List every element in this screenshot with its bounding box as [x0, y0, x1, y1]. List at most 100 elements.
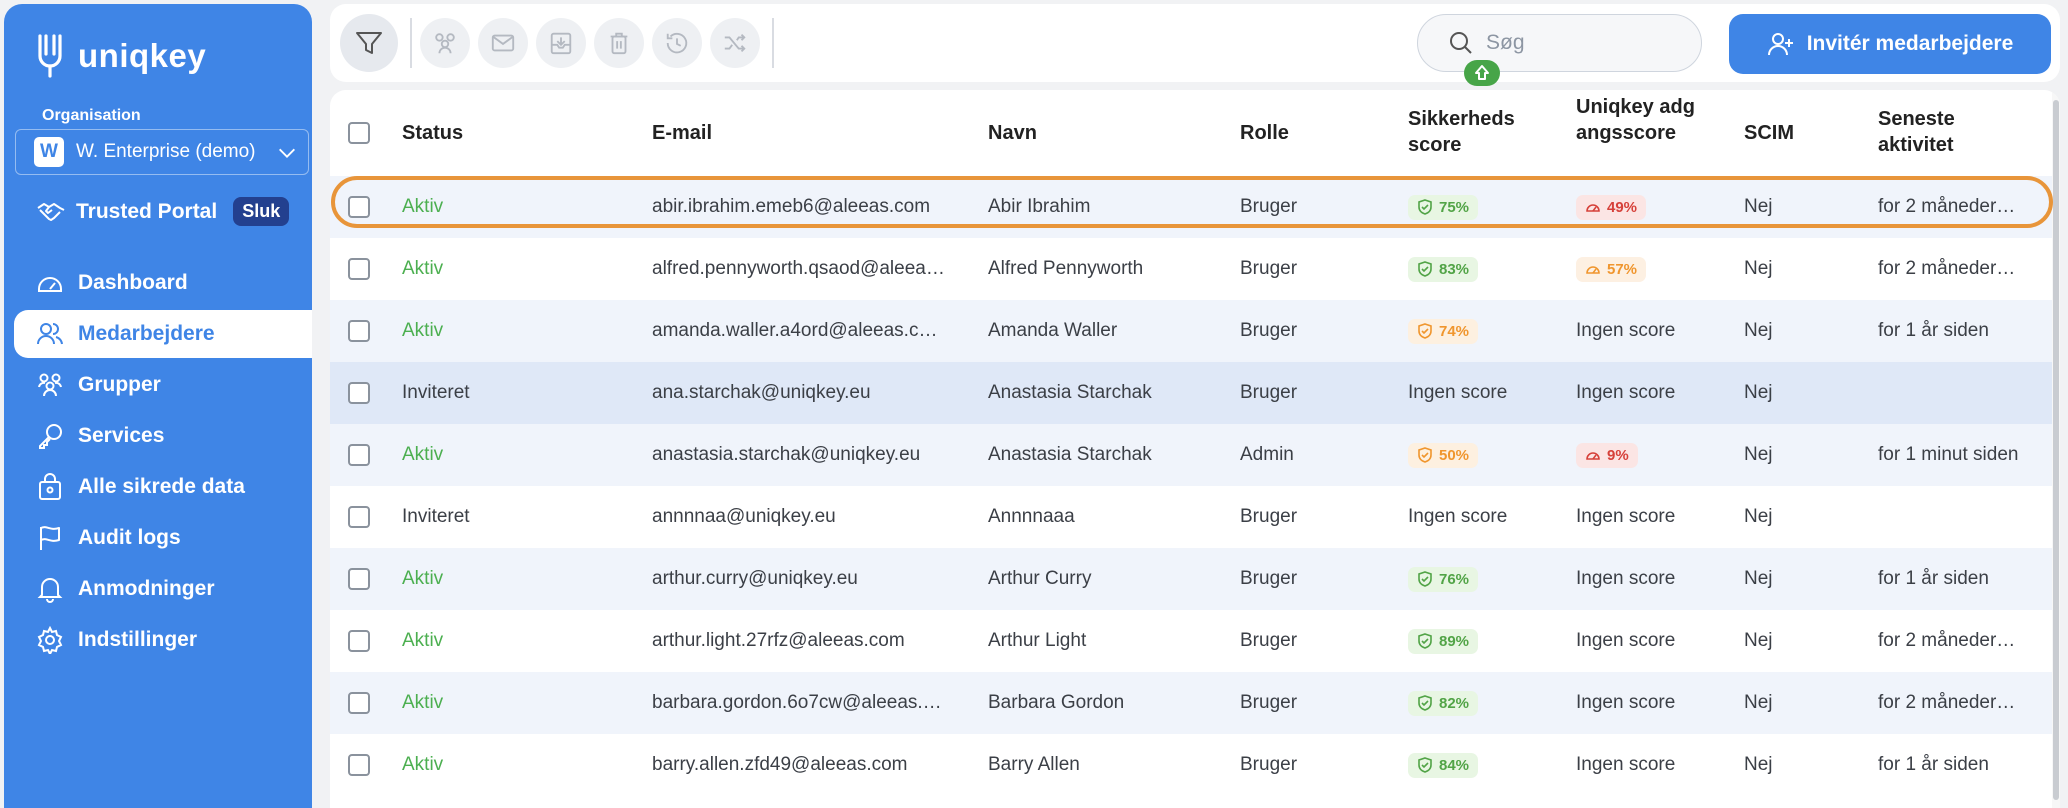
select-all-checkbox[interactable] — [348, 122, 370, 144]
invite-employees-label: Invitér medarbejdere — [1806, 32, 2014, 55]
delete-button[interactable] — [594, 18, 644, 68]
add-user-icon — [1767, 33, 1793, 56]
access-score-cell: Ingen score — [1576, 672, 1736, 734]
status-cell: Aktiv — [402, 692, 444, 713]
security-score-badge: 84% — [1408, 752, 1479, 778]
handshake-icon — [37, 202, 65, 221]
table-row[interactable]: Aktiv barbara.gordon.6o7cw@aleeas.… Barb… — [330, 672, 2052, 734]
sidebar-item-alle-sikrede-data[interactable]: Alle sikrede data — [14, 463, 312, 511]
table-row[interactable]: Aktiv amanda.waller.a4ord@aleeas.c… Aman… — [330, 300, 2052, 362]
shift-arrow-icon — [1475, 65, 1489, 80]
status-cell: Inviteret — [402, 506, 470, 527]
email-cell: ana.starchak@uniqkey.eu — [652, 382, 871, 403]
trusted-portal-off-badge[interactable]: Sluk — [233, 197, 290, 226]
last-activity-cell: for 1 år siden — [1878, 320, 1989, 341]
role-cell: Bruger — [1240, 630, 1298, 651]
access-score-cell: Ingen score — [1576, 300, 1736, 362]
organisation-select[interactable]: W W. Enterprise (demo) — [15, 129, 309, 175]
column-header-scim[interactable]: SCIM — [1744, 120, 1794, 146]
filter-icon — [356, 32, 382, 54]
role-cell: Bruger — [1240, 506, 1298, 527]
column-header-security-score[interactable]: Sikkerheds score — [1408, 106, 1528, 158]
row-checkbox[interactable] — [348, 320, 370, 342]
email-cell: barbara.gordon.6o7cw@aleeas.… — [652, 692, 942, 713]
organisation-label: Organisation — [42, 107, 141, 124]
security-score-badge: 82% — [1408, 690, 1479, 716]
table-row[interactable]: Inviteret annnnaa@uniqkey.eu Annnnaaa Br… — [330, 486, 2052, 548]
row-checkbox[interactable] — [348, 444, 370, 466]
table-row[interactable]: Aktiv arthur.curry@uniqkey.eu Arthur Cur… — [330, 548, 2052, 610]
organisation-avatar: W — [34, 137, 64, 167]
column-header-email[interactable]: E-mail — [652, 120, 712, 146]
shield-icon — [1417, 447, 1433, 463]
access-score-text: Ingen score — [1576, 506, 1676, 527]
column-header-status[interactable]: Status — [402, 120, 463, 146]
trusted-portal-toggle[interactable]: Trusted Portal Sluk — [36, 197, 290, 226]
security-score-badge: 83% — [1408, 256, 1479, 282]
sidebar-item-medarbejdere[interactable]: Medarbejdere — [14, 310, 312, 358]
invite-employees-button[interactable]: Invitér medarbejdere — [1729, 14, 2051, 74]
scrollbar-thumb[interactable] — [2053, 100, 2059, 800]
key-icon — [39, 424, 62, 449]
search-box[interactable] — [1417, 14, 1702, 72]
sidebar-item-label: Alle sikrede data — [78, 475, 245, 498]
status-cell: Aktiv — [402, 258, 444, 279]
row-checkbox[interactable] — [348, 196, 370, 218]
row-checkbox[interactable] — [348, 630, 370, 652]
access-score-text: Ingen score — [1576, 630, 1676, 651]
table-row[interactable]: Aktiv arthur.light.27rfz@aleeas.com Arth… — [330, 610, 2052, 672]
table-row[interactable]: Aktiv alfred.pennyworth.qsaod@aleea… Alf… — [330, 238, 2052, 300]
row-checkbox[interactable] — [348, 692, 370, 714]
search-input[interactable] — [1486, 31, 1686, 55]
table-row[interactable]: Aktiv barry.allen.zfd49@aleeas.com Barry… — [330, 734, 2052, 796]
send-email-button[interactable] — [478, 18, 528, 68]
transfer-button[interactable] — [710, 18, 760, 68]
security-score-badge: 75% — [1408, 194, 1479, 220]
column-header-last-activity[interactable]: Seneste aktivitet — [1878, 106, 1998, 158]
gauge-icon — [1585, 199, 1601, 215]
sidebar-item-audit-logs[interactable]: Audit logs — [14, 514, 312, 562]
column-header-access-score[interactable]: Uniqkey adgangsscore — [1576, 94, 1704, 146]
row-checkbox[interactable] — [348, 754, 370, 776]
row-checkbox[interactable] — [348, 506, 370, 528]
sidebar-item-dashboard[interactable]: Dashboard — [14, 259, 312, 307]
sidebar-item-anmodninger[interactable]: Anmodninger — [14, 565, 312, 613]
dashboard-icon — [38, 277, 62, 292]
shield-icon — [1417, 757, 1433, 773]
table-row[interactable]: Inviteret ana.starchak@uniqkey.eu Anasta… — [330, 362, 2052, 424]
row-checkbox[interactable] — [348, 258, 370, 280]
bell-icon — [37, 578, 63, 603]
shield-icon — [1417, 199, 1433, 215]
history-button[interactable] — [652, 18, 702, 68]
shield-icon — [1417, 261, 1433, 277]
scrollbar[interactable] — [2052, 90, 2060, 808]
security-score-cell: 84% — [1408, 734, 1568, 796]
sidebar-item-services[interactable]: Services — [14, 412, 312, 460]
sidebar-item-indstillinger[interactable]: Indstillinger — [14, 616, 312, 664]
groups-icon — [38, 373, 62, 397]
archive-button[interactable] — [536, 18, 586, 68]
organisation-name: W. Enterprise (demo) — [76, 141, 256, 162]
last-activity-cell: for 2 måneder… — [1878, 692, 2016, 713]
logo[interactable]: uniqkey — [34, 32, 206, 80]
last-activity-cell — [1878, 362, 2048, 424]
sidebar-item-label: Indstillinger — [78, 628, 198, 651]
table-row[interactable]: Aktiv anastasia.starchak@uniqkey.eu Anas… — [330, 424, 2052, 486]
last-activity-cell: for 1 år siden — [1878, 568, 1989, 589]
last-activity-cell — [1878, 486, 2048, 548]
role-cell: Admin — [1240, 444, 1294, 465]
scim-cell: Nej — [1744, 382, 1773, 403]
email-cell: anastasia.starchak@uniqkey.eu — [652, 444, 921, 465]
sidebar-item-grupper[interactable]: Grupper — [14, 361, 312, 409]
filter-button[interactable] — [340, 14, 398, 72]
table-row[interactable]: Aktiv abir.ibrahim.emeb6@aleeas.com Abir… — [330, 176, 2052, 238]
add-to-group-button[interactable] — [420, 18, 470, 68]
column-header-role[interactable]: Rolle — [1240, 120, 1289, 146]
row-checkbox[interactable] — [348, 568, 370, 590]
sidebar-nav: Dashboard Medarbejdere Grupper Services … — [4, 259, 312, 667]
shield-icon — [1417, 571, 1433, 587]
toolbar-divider — [772, 18, 774, 68]
column-header-name[interactable]: Navn — [988, 120, 1037, 146]
row-checkbox[interactable] — [348, 382, 370, 404]
security-score-cell: 50% — [1408, 424, 1568, 486]
